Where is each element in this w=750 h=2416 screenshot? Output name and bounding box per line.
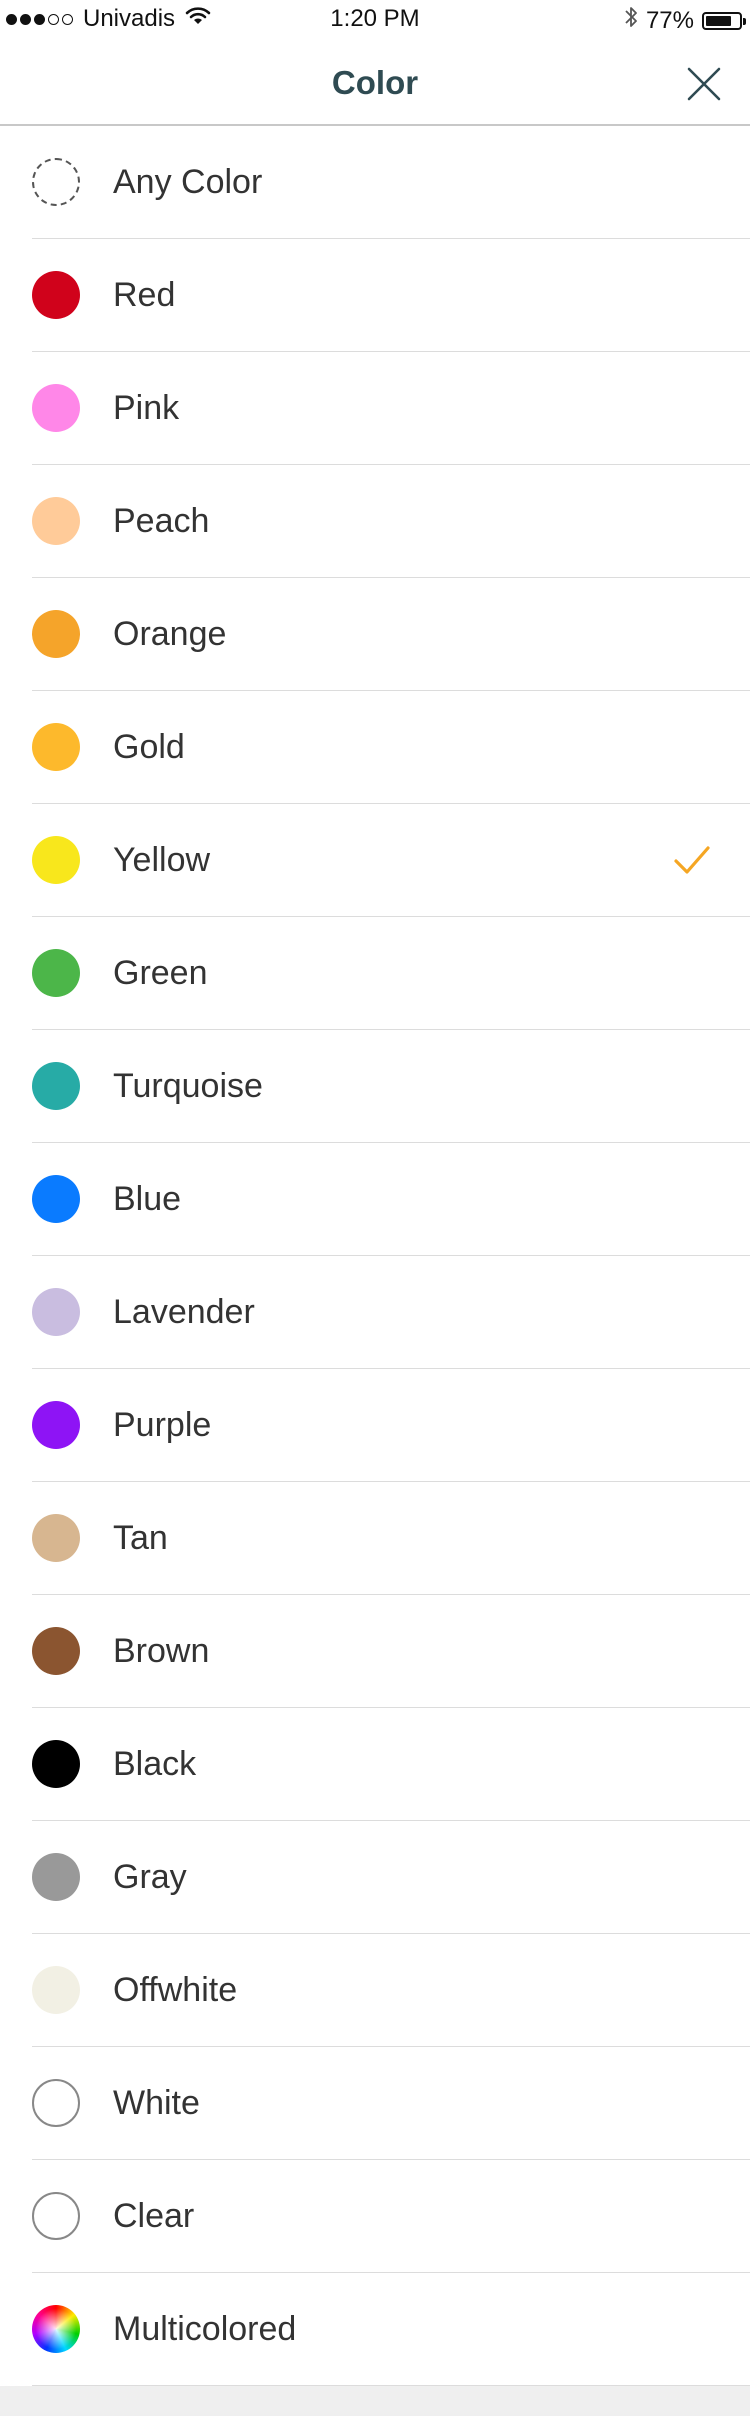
color-option-any-color[interactable]: Any Color (32, 126, 750, 239)
close-button[interactable] (686, 66, 722, 102)
color-swatch-pink (32, 384, 80, 432)
color-option-clear[interactable]: Clear (32, 2160, 750, 2273)
color-option-brown[interactable]: Brown (32, 1595, 750, 1708)
color-option-black[interactable]: Black (32, 1708, 750, 1821)
color-swatch-purple (32, 1401, 80, 1449)
color-swatch-offwhite (32, 1966, 80, 2014)
page-title: Color (331, 64, 419, 101)
color-label: Black (113, 1744, 197, 1783)
color-option-yellow[interactable]: Yellow (32, 804, 750, 917)
color-swatch-brown (32, 1627, 80, 1675)
color-label: Clear (113, 2196, 195, 2235)
color-option-gray[interactable]: Gray (32, 1821, 750, 1934)
color-label: Gray (113, 1857, 187, 1896)
color-label: Pink (113, 388, 180, 427)
color-swatch-multicolored (32, 2305, 80, 2353)
color-label: White (113, 2083, 200, 2122)
color-label: Brown (113, 1631, 210, 1670)
color-label: Yellow (113, 840, 211, 879)
color-label: Orange (113, 614, 227, 653)
color-option-green[interactable]: Green (32, 917, 750, 1030)
color-label: Purple (113, 1405, 212, 1444)
color-swatch-gray (32, 1853, 80, 1901)
color-swatch-white (32, 2079, 80, 2127)
close-icon[interactable] (686, 66, 722, 102)
color-option-gold[interactable]: Gold (32, 691, 750, 804)
color-label: Tan (113, 1518, 168, 1557)
color-option-blue[interactable]: Blue (32, 1143, 750, 1256)
status-bar: Univadis 1:20 PM 77% (0, 0, 750, 40)
color-swatch-lavender (32, 1288, 80, 1336)
battery-percent: 77% (645, 6, 694, 34)
top-area: Univadis 1:20 PM 77% Color (0, 0, 750, 126)
color-label: Offwhite (113, 1970, 238, 2009)
color-option-lavender[interactable]: Lavender (32, 1256, 750, 1369)
color-swatch-clear (32, 2192, 80, 2240)
color-list: Any Color Red Pink Peach Orange Gold Yellow Gre… (0, 126, 750, 2386)
color-label: Multicolored (113, 2309, 297, 2348)
color-option-purple[interactable]: Purple (32, 1369, 750, 1482)
color-swatch-gold (32, 723, 80, 771)
color-option-orange[interactable]: Orange (32, 578, 750, 691)
bluetooth-icon (624, 5, 638, 36)
color-swatch-turquoise (32, 1062, 80, 1110)
status-right: 77% (624, 5, 746, 36)
color-label: Green (113, 953, 208, 992)
color-label: Lavender (113, 1292, 255, 1331)
color-label: Blue (113, 1179, 182, 1218)
color-picker-screen: Univadis 1:20 PM 77% Color Any Color Red… (0, 0, 750, 2416)
nav-header: Color (0, 40, 750, 126)
color-swatch-any-color (32, 158, 80, 206)
color-swatch-black (32, 1740, 80, 1788)
color-option-multicolored[interactable]: Multicolored (32, 2273, 750, 2386)
color-swatch-tan (32, 1514, 80, 1562)
color-option-pink[interactable]: Pink (32, 352, 750, 465)
color-swatch-green (32, 949, 80, 997)
color-option-white[interactable]: White (32, 2047, 750, 2160)
battery-level (706, 15, 731, 26)
color-label: Peach (113, 501, 210, 540)
color-label: Any Color (113, 162, 263, 201)
color-label: Gold (113, 727, 185, 766)
color-swatch-blue (32, 1175, 80, 1223)
color-swatch-red (32, 271, 80, 319)
color-option-peach[interactable]: Peach (32, 465, 750, 578)
color-label: Turquoise (113, 1066, 263, 1105)
checkmark-icon (674, 846, 710, 874)
color-option-offwhite[interactable]: Offwhite (32, 1934, 750, 2047)
color-option-turquoise[interactable]: Turquoise (32, 1030, 750, 1143)
color-option-tan[interactable]: Tan (32, 1482, 750, 1595)
color-option-red[interactable]: Red (32, 239, 750, 352)
color-swatch-orange (32, 610, 80, 658)
color-label: Red (113, 275, 176, 314)
color-swatch-peach (32, 497, 80, 545)
battery-icon (702, 11, 746, 30)
color-swatch-yellow (32, 836, 80, 884)
